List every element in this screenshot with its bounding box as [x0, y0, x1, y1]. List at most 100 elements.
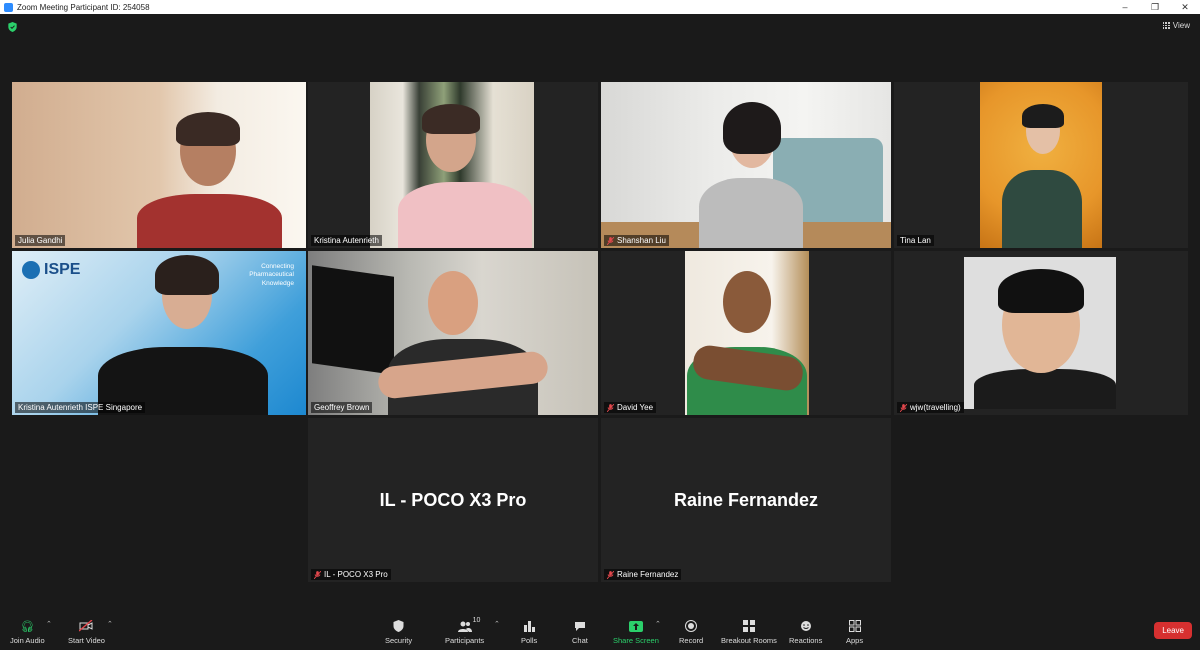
- mic-muted-icon: [900, 403, 907, 412]
- participant-name: Shanshan Liu: [617, 236, 666, 245]
- restore-icon[interactable]: ❐: [1140, 0, 1170, 14]
- reactions-button[interactable]: Reactions: [789, 619, 822, 645]
- participant-nameplate: Julia Gandhi: [15, 235, 66, 246]
- chat-button[interactable]: Chat: [572, 619, 588, 645]
- title-bar: Zoom Meeting Participant ID: 254058 – ❐ …: [0, 0, 1200, 14]
- ispe-logo: ISPE: [22, 261, 80, 279]
- apps-icon: [848, 619, 862, 633]
- reactions-icon: [799, 619, 813, 633]
- participant-display-name: IL - POCO X3 Pro: [379, 489, 527, 510]
- record-icon: [684, 619, 698, 633]
- participant-name: Kristina Autenrieth: [314, 236, 379, 245]
- audio-options-caret[interactable]: ⌃: [46, 620, 52, 628]
- security-button[interactable]: Security: [385, 619, 412, 645]
- start-video-label: Start Video: [68, 636, 105, 645]
- participant-name: Geoffrey Brown: [314, 403, 370, 412]
- video-tile[interactable]: IL - POCO X3 Pro IL - POCO X3 Pro: [308, 418, 598, 582]
- participants-button[interactable]: 10 Participants: [445, 617, 485, 645]
- participant-body: [398, 182, 532, 248]
- participant-name: IL - POCO X3 Pro: [324, 570, 388, 579]
- video-tile[interactable]: Julia Gandhi: [12, 82, 306, 248]
- participant-nameplate: Raine Fernandez: [604, 569, 682, 580]
- apps-button[interactable]: Apps: [846, 619, 863, 645]
- video-tile[interactable]: ISPE Connecting Pharmaceutical Knowledge…: [12, 251, 306, 415]
- mic-muted-icon: [607, 236, 614, 245]
- participant-hair: [176, 112, 240, 146]
- participant-nameplate: Geoffrey Brown: [311, 402, 373, 413]
- participant-hair: [155, 255, 219, 295]
- participant-nameplate: Shanshan Liu: [604, 235, 669, 246]
- minimize-icon[interactable]: –: [1110, 0, 1140, 14]
- participant-display-name: Raine Fernandez: [673, 489, 819, 510]
- polls-icon: [522, 619, 536, 633]
- participant-nameplate: Kristina Autenrieth: [311, 235, 382, 246]
- share-screen-button[interactable]: Share Screen: [613, 619, 659, 645]
- participant-hair: [422, 104, 480, 134]
- video-tile[interactable]: wjw(travelling): [894, 251, 1188, 415]
- participant-hair: [998, 269, 1084, 313]
- security-label: Security: [385, 636, 413, 645]
- share-options-caret[interactable]: ⌃: [655, 620, 661, 628]
- participant-body: [1002, 170, 1082, 248]
- participant-head: [428, 271, 478, 335]
- participant-nameplate: IL - POCO X3 Pro: [311, 569, 391, 580]
- participants-count: 10: [472, 617, 481, 624]
- start-video-button[interactable]: Start Video: [68, 619, 105, 645]
- view-button[interactable]: View: [1162, 21, 1190, 30]
- polls-label: Polls: [521, 636, 538, 645]
- participant-name: wjw(travelling): [910, 403, 961, 412]
- record-button[interactable]: Record: [679, 619, 703, 645]
- participant-body: [137, 194, 282, 248]
- participant-name: David Yee: [617, 403, 654, 412]
- breakout-rooms-label: Breakout Rooms: [721, 636, 777, 645]
- participant-body: [974, 369, 1116, 409]
- mic-muted-icon: [607, 403, 614, 412]
- participant-nameplate: Kristina Autenrieth ISPE Singapore: [15, 402, 146, 413]
- video-tile[interactable]: David Yee: [601, 251, 891, 415]
- zoom-logo-icon: [4, 2, 13, 12]
- join-audio-button[interactable]: 🎧︎ Join Audio: [10, 619, 45, 646]
- window-controls: – ❐ ✕: [1110, 0, 1200, 14]
- breakout-rooms-button[interactable]: Breakout Rooms: [721, 619, 777, 645]
- tv-screen: [312, 265, 394, 375]
- participant-name: Julia Gandhi: [18, 236, 63, 245]
- participant-nameplate: David Yee: [604, 402, 657, 413]
- headphones-icon: 🎧︎: [20, 620, 35, 633]
- mic-muted-icon: [314, 570, 321, 579]
- chat-icon: [573, 619, 587, 633]
- breakout-rooms-icon: [742, 619, 756, 633]
- participants-label: Participants: [445, 636, 485, 645]
- participant-name: Tina Lan: [900, 236, 931, 245]
- video-tile[interactable]: Geoffrey Brown: [308, 251, 598, 415]
- participant-name: Raine Fernandez: [617, 570, 679, 579]
- leave-button[interactable]: Leave: [1154, 622, 1192, 639]
- record-label: Record: [679, 636, 704, 645]
- participant-hair: [1022, 104, 1064, 128]
- participant-name: Kristina Autenrieth ISPE Singapore: [18, 403, 143, 412]
- mic-muted-icon: [607, 570, 614, 579]
- share-screen-label: Share Screen: [613, 636, 659, 645]
- video-options-caret[interactable]: ⌃: [107, 620, 113, 628]
- ispe-tagline: Connecting Pharmaceutical Knowledge: [249, 263, 294, 287]
- close-icon[interactable]: ✕: [1170, 0, 1200, 14]
- participant-body: [699, 178, 803, 248]
- shield-icon: [392, 619, 406, 633]
- view-label: View: [1172, 21, 1190, 30]
- reactions-label: Reactions: [789, 636, 823, 645]
- video-tile[interactable]: Kristina Autenrieth: [308, 82, 598, 248]
- video-tile[interactable]: Raine Fernandez Raine Fernandez: [601, 418, 891, 582]
- video-tile[interactable]: Tina Lan: [894, 82, 1188, 248]
- chat-label: Chat: [572, 636, 588, 645]
- participants-options-caret[interactable]: ⌃: [494, 620, 500, 628]
- window-title: Zoom Meeting Participant ID: 254058: [17, 2, 150, 12]
- apps-label: Apps: [846, 636, 864, 645]
- join-audio-label: Join Audio: [10, 636, 45, 645]
- participant-nameplate: Tina Lan: [897, 235, 934, 246]
- participant-head: [723, 271, 771, 333]
- video-tile[interactable]: Shanshan Liu: [601, 82, 891, 248]
- ispe-globe-icon: [22, 261, 40, 279]
- polls-button[interactable]: Polls: [521, 619, 537, 645]
- meeting-toolbar: 🎧︎ Join Audio ⌃ Start Video ⌃ Security 1…: [0, 616, 1200, 650]
- grid-view-icon: [1162, 22, 1170, 29]
- security-shield-icon[interactable]: [8, 22, 17, 32]
